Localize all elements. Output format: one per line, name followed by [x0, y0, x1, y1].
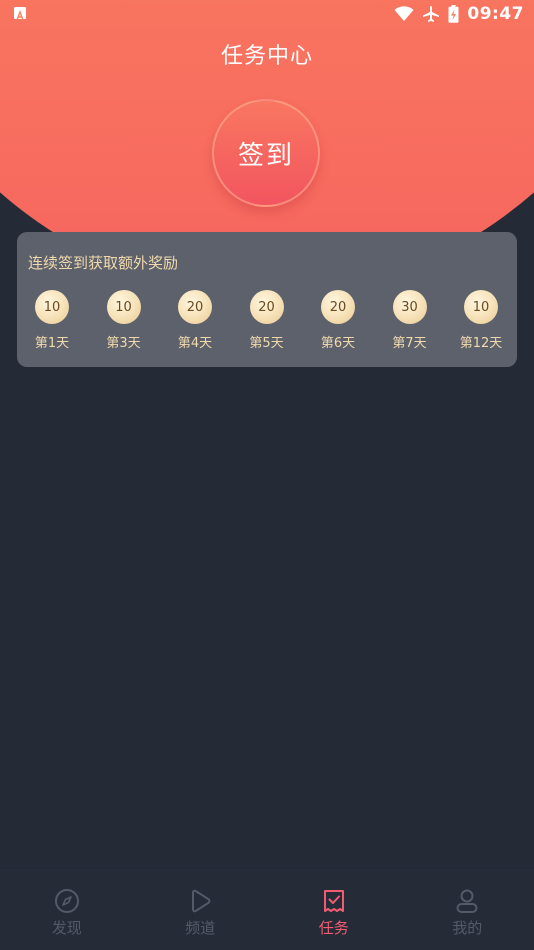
reward-day-item: 20 第5天 [243, 290, 291, 351]
task-icon [320, 887, 348, 915]
airplane-icon [422, 5, 440, 23]
reward-coin: 20 [178, 290, 212, 324]
reward-day-label: 第1天 [34, 336, 70, 351]
reward-coin: 20 [321, 290, 355, 324]
wifi-icon [394, 6, 414, 22]
reward-coin: 10 [464, 290, 498, 324]
reward-day-item: 10 第12天 [457, 290, 505, 351]
status-time: 09:47 [467, 4, 524, 24]
reward-day-label: 第3天 [106, 336, 141, 351]
checkin-button[interactable]: 签到 [212, 99, 320, 207]
nav-item-profile[interactable]: 我的 [401, 869, 534, 950]
reward-coin: 30 [392, 290, 427, 324]
reward-day-item: 10 第1天 [28, 290, 76, 351]
reward-coin: 10 [106, 290, 141, 324]
reward-days-list: 10 第1天 10 第3天 20 第4天 20 第5天 20 第6天 30 第7… [28, 290, 505, 351]
reward-day-label: 第5天 [249, 336, 284, 351]
nav-item-discover[interactable]: 发现 [0, 869, 134, 950]
reward-day-label: 第12天 [459, 336, 503, 351]
reward-day-label: 第7天 [392, 336, 427, 351]
page-title: 任务中心 [220, 44, 313, 69]
play-icon [186, 887, 214, 915]
reward-coin: 10 [35, 290, 69, 324]
reward-card-title: 连续签到获取额外奖励 [28, 254, 179, 272]
nav-item-label: 我的 [452, 919, 483, 937]
reward-coin: 20 [249, 290, 284, 324]
reward-day-item: 30 第7天 [386, 290, 434, 351]
checkin-button-label: 签到 [237, 140, 294, 171]
nav-item-label: 频道 [185, 919, 216, 937]
nav-item-label: 任务 [318, 919, 349, 937]
battery-icon [448, 5, 459, 23]
reward-day-item: 20 第6天 [314, 290, 362, 351]
reward-day-label: 第6天 [320, 336, 356, 351]
compass-icon [53, 887, 81, 915]
nav-item-channels[interactable]: 频道 [134, 869, 268, 950]
user-icon [453, 887, 481, 915]
reward-day-item: 10 第3天 [100, 290, 148, 351]
nav-item-label: 发现 [51, 919, 82, 937]
bottom-navigation: 发现 频道 任务 我的 [0, 868, 534, 950]
reward-day-label: 第4天 [177, 336, 213, 351]
consecutive-checkin-reward-card: 连续签到获取额外奖励 10 第1天 10 第3天 20 第4天 20 第5天 2… [17, 232, 517, 367]
reward-day-item: 20 第4天 [171, 290, 219, 351]
status-bar: 09:47 [0, 0, 534, 28]
app-notification-icon [14, 7, 26, 21]
task-center-screen: 09:47 任务中心 签到 连续签到获取额外奖励 10 第1天 10 第3天 2… [0, 0, 534, 950]
nav-item-tasks[interactable]: 任务 [267, 869, 401, 950]
